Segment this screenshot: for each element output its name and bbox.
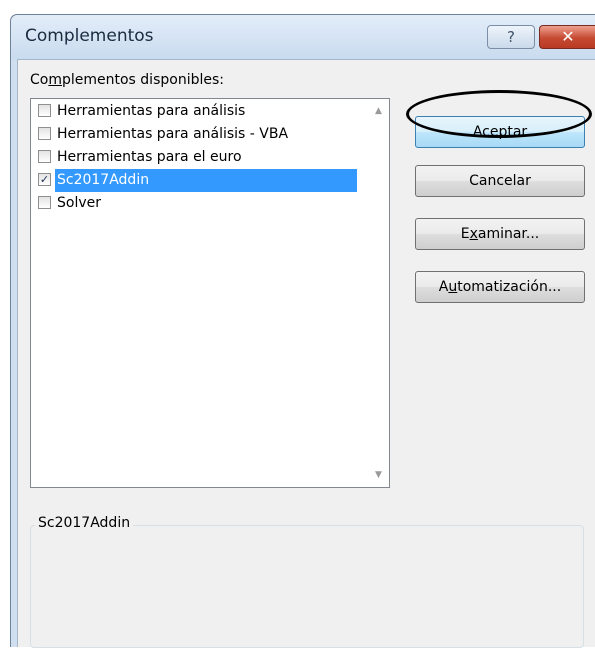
close-icon: ✕	[561, 27, 575, 46]
addins-list: Herramientas para análisis Herramientas p…	[32, 100, 369, 215]
help-button[interactable]: ?	[487, 25, 535, 49]
addin-list-item[interactable]: Herramientas para el euro	[32, 146, 369, 169]
vertical-scrollbar[interactable]: ▲ ▼	[369, 100, 388, 486]
addins-listbox[interactable]: Herramientas para análisis Herramientas p…	[30, 98, 390, 488]
addin-list-item[interactable]: Herramientas para análisis	[32, 100, 369, 123]
description-group: Sc2017Addin	[30, 515, 584, 648]
addin-label: Sc2017Addin	[55, 169, 357, 192]
addins-dialog: Complementos ? ✕ Complementos disponible…	[10, 14, 595, 648]
scroll-up-icon[interactable]: ▲	[369, 102, 388, 120]
addin-label: Solver	[57, 195, 101, 211]
title-bar[interactable]: Complementos ? ✕	[11, 15, 595, 59]
browse-button[interactable]: Examinar...	[415, 218, 585, 250]
scroll-down-icon[interactable]: ▼	[369, 466, 388, 484]
addin-list-item[interactable]: ✓ Sc2017Addin	[32, 169, 369, 192]
addin-checkbox[interactable]	[38, 150, 51, 163]
dialog-title: Complementos	[25, 26, 154, 46]
automation-button[interactable]: Automatización...	[415, 271, 585, 303]
description-title: Sc2017Addin	[35, 515, 134, 531]
cancel-button[interactable]: Cancelar	[415, 165, 585, 197]
addin-label: Herramientas para el euro	[57, 149, 242, 165]
accept-button[interactable]: Aceptar	[415, 116, 585, 148]
help-icon: ?	[507, 28, 515, 46]
addin-list-item[interactable]: Solver	[32, 192, 369, 215]
close-button[interactable]: ✕	[539, 25, 595, 49]
addin-checkbox[interactable]: ✓	[38, 173, 51, 186]
addin-list-item[interactable]: Herramientas para análisis - VBA	[32, 123, 369, 146]
addin-checkbox[interactable]	[38, 196, 51, 209]
addin-checkbox[interactable]	[38, 127, 51, 140]
addin-label: Herramientas para análisis - VBA	[57, 126, 289, 142]
addin-checkbox[interactable]	[38, 104, 51, 117]
addin-label: Herramientas para análisis	[57, 103, 246, 119]
dialog-body: Complementos disponibles: Herramientas p…	[17, 59, 595, 648]
available-addins-label: Complementos disponibles:	[30, 72, 224, 88]
